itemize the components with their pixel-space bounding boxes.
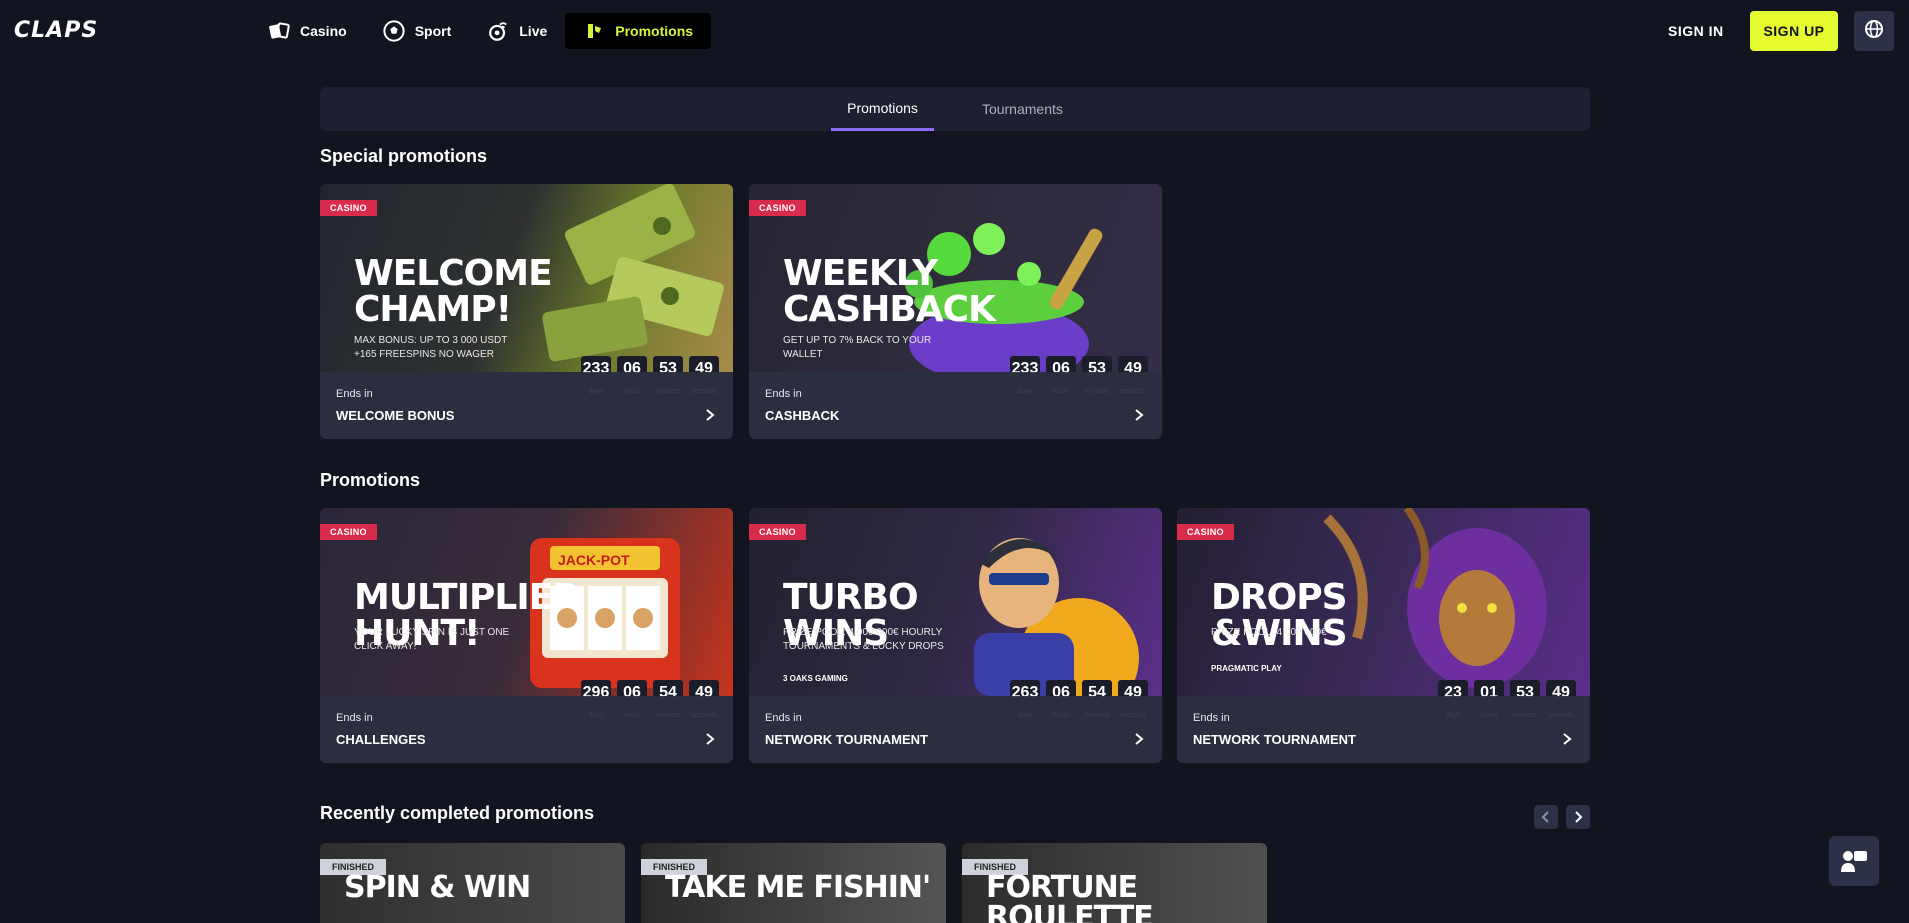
ends-in-label: Ends in (336, 712, 373, 724)
ends-in-label: Ends in (1193, 712, 1230, 724)
promo-card-turbo-wins[interactable]: 3 OAKS GAMING CASINO TURBO WINS PRIZE PO… (749, 508, 1162, 763)
card-footer: Ends in CASHBACK (749, 372, 1162, 439)
promo-subtitle: MAX BONUS: UP TO 3 000 USDT +165 FREESPI… (354, 335, 508, 360)
card-footer: Ends in CHALLENGES (320, 696, 733, 763)
globe-icon (1864, 19, 1884, 44)
carousel-prev-button[interactable] (1534, 805, 1558, 829)
finished-headline: FORTUNE ROULETTE (986, 870, 1154, 923)
carousel-next-button[interactable] (1566, 805, 1590, 829)
chevron-right-icon (1135, 733, 1144, 745)
chat-support-icon (1841, 851, 1867, 872)
nav-promotions-label: Promotions (615, 23, 694, 39)
promo-subtitle: GET UP TO 7% BACK TO YOUR WALLET (783, 335, 932, 360)
category-badge: CASINO (749, 200, 806, 216)
nav-sport-label: Sport (414, 23, 452, 39)
card-footer: Ends in WELCOME BONUS (320, 372, 733, 439)
finished-headline: SPIN & WIN (344, 870, 531, 905)
chevron-right-icon (1563, 733, 1572, 745)
finished-card-take-me-fishin[interactable]: FINISHED TAKE ME FISHIN' (641, 843, 946, 923)
claps-logo[interactable]: CLAPS (14, 18, 98, 43)
promo-card-drops-wins[interactable]: PRAGMATIC PLAY CASINO DROPS &WINS PRIZE … (1177, 508, 1590, 763)
jackpot-label: JACK-POT (558, 552, 630, 568)
promo-headline: WEEKLY CASHBACK (783, 253, 996, 330)
promo-card-cashback[interactable]: CASINO WEEKLY CASHBACK GET UP TO 7% BACK… (749, 184, 1162, 439)
promo-name: CHALLENGES (336, 732, 426, 747)
category-badge: CASINO (320, 200, 377, 216)
promo-name: CASHBACK (765, 408, 840, 423)
chevron-left-icon (1541, 811, 1549, 823)
nav-promotions[interactable]: Promotions (565, 13, 712, 49)
promo-name: NETWORK TOURNAMENT (1193, 732, 1356, 747)
sign-up-button[interactable]: SIGN UP (1750, 11, 1838, 51)
support-chat-button[interactable] (1829, 836, 1879, 886)
cards-icon (268, 20, 290, 42)
card-footer: Ends in NETWORK TOURNAMENT (749, 696, 1162, 763)
promo-icon (583, 20, 605, 42)
chevron-right-icon (706, 409, 715, 421)
live-icon (487, 20, 509, 42)
category-badge: CASINO (320, 524, 377, 540)
category-badge: CASINO (1177, 524, 1234, 540)
chevron-right-icon (706, 733, 715, 745)
promo-headline: WELCOME CHAMP! (354, 253, 553, 330)
carousel-arrows (1534, 805, 1590, 829)
nav-live-label: Live (519, 23, 548, 39)
tab-tournaments[interactable]: Tournaments (966, 87, 1079, 131)
main-nav: Casino Sport Live Promotions (250, 13, 712, 49)
language-button[interactable] (1854, 11, 1894, 51)
category-badge: CASINO (749, 524, 806, 540)
ends-in-label: Ends in (765, 712, 802, 724)
promo-card-welcome[interactable]: CASINO WELCOME CHAMP! MAX BONUS: UP TO 3… (320, 184, 733, 439)
provider-label: 3 OAKS GAMING (783, 674, 848, 683)
soccer-ball-icon (383, 20, 405, 42)
promo-subtitle: YOUR LUCKY SPIN IS JUST ONE CLICK AWAY! (354, 627, 510, 652)
promo-name: WELCOME BONUS (336, 408, 455, 423)
promo-tabs: Promotions Tournaments (320, 87, 1590, 131)
nav-casino[interactable]: Casino (250, 13, 365, 49)
ends-in-label: Ends in (336, 388, 373, 400)
chevron-right-icon (1135, 409, 1144, 421)
special-promotions-title: Special promotions (320, 146, 488, 166)
top-navigation: CLAPS Casino Sport Live Promotions SIGN … (0, 0, 1909, 62)
completed-promotions-title: Recently completed promotions (320, 803, 595, 823)
nav-live[interactable]: Live (469, 13, 565, 49)
finished-headline: TAKE ME FISHIN' (665, 870, 931, 905)
promo-headline: DROPS &WINS (1211, 577, 1348, 654)
promo-subtitle: PRIZE POOL: 4 000 000€ HOURLY TOURNAMENT… (783, 627, 944, 652)
promo-subtitle: PRIZE POOL: 4 000 000€ (1211, 627, 1327, 638)
tab-promotions[interactable]: Promotions (831, 87, 934, 131)
finished-card-spin-win[interactable]: FINISHED SPIN & WIN (320, 843, 625, 923)
provider-label: PRAGMATIC PLAY (1211, 664, 1282, 673)
promo-name: NETWORK TOURNAMENT (765, 732, 928, 747)
nav-casino-label: Casino (300, 23, 347, 39)
nav-sport[interactable]: Sport (365, 13, 470, 49)
finished-card-fortune-roulette[interactable]: FINISHED FORTUNE ROULETTE (962, 843, 1267, 923)
ends-in-label: Ends in (765, 388, 802, 400)
sign-in-button[interactable]: SIGN IN (1660, 14, 1732, 48)
promo-card-multiplier[interactable]: JACK-POT CASINO MULTIPLIER HUNT! YOUR LU… (320, 508, 733, 763)
chevron-right-icon (1575, 811, 1583, 823)
promotions-title: Promotions (320, 470, 421, 490)
card-footer: Ends in NETWORK TOURNAMENT (1177, 696, 1590, 763)
